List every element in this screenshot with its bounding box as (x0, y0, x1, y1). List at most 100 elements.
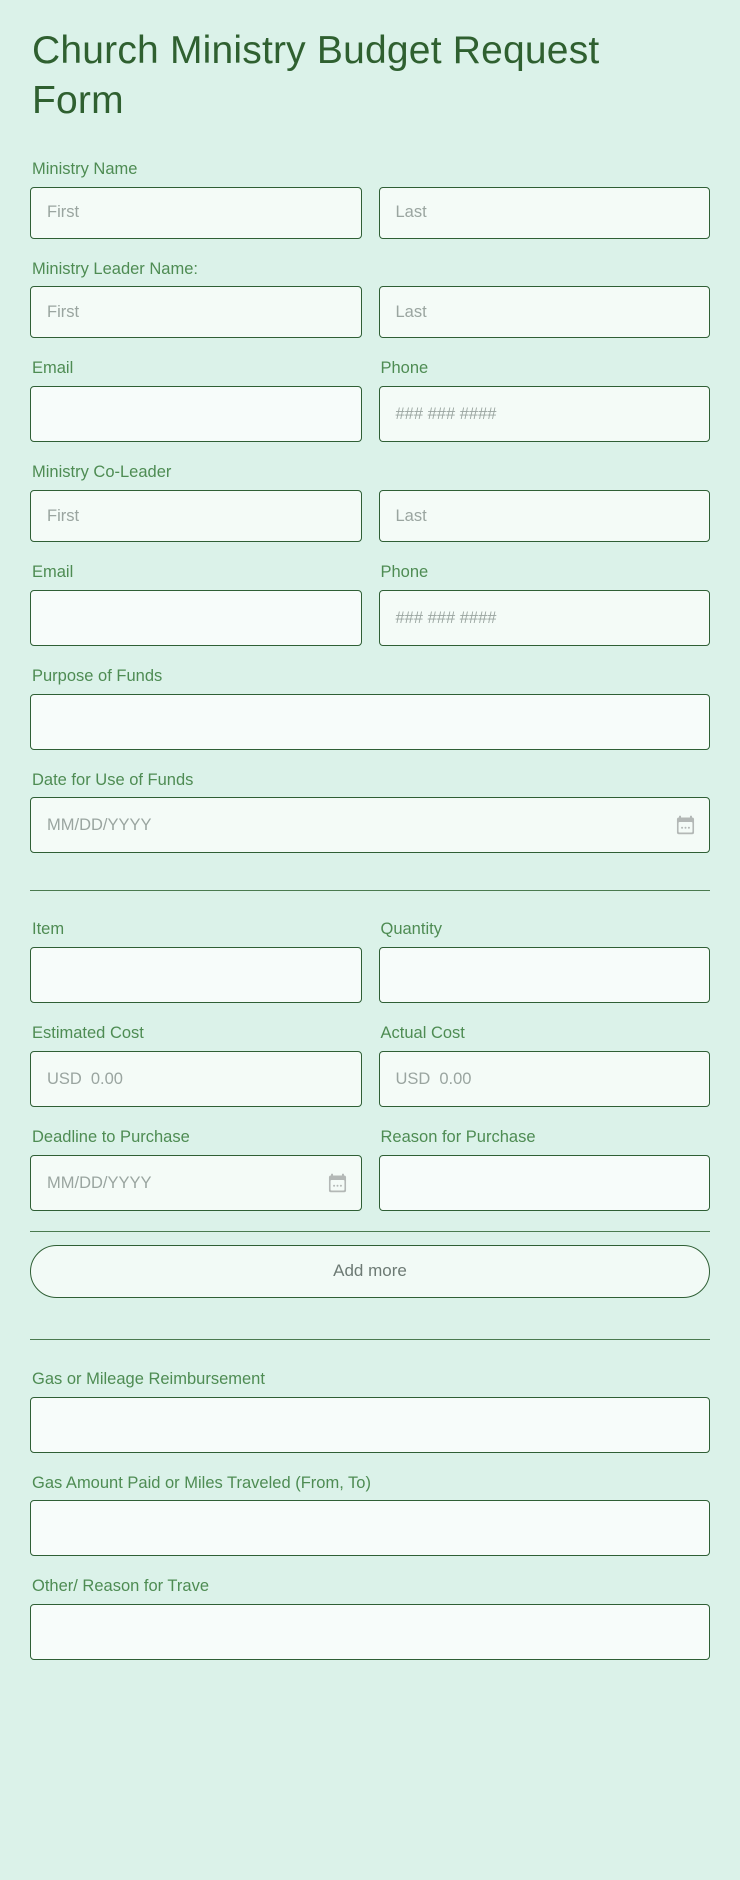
item-quantity-row (30, 947, 710, 1004)
label-date-for-use-of-funds: Date for Use of Funds (32, 770, 194, 789)
ministry-name-last-placeholder: Last (395, 203, 427, 222)
leader-email-col (30, 386, 362, 443)
field-group-deadline-reason: Deadline to Purchase Reason for Purchase… (30, 1128, 710, 1211)
deadline-to-purchase-placeholder: MM/DD/YYYY (47, 1173, 152, 1192)
estimated-cost-currency: USD (47, 1069, 82, 1088)
co-leader-last-col: Last (378, 490, 710, 542)
actual-cost-col: USD 0.00 (378, 1050, 710, 1107)
add-more-divider (30, 1230, 710, 1232)
other-reason-for-travel-input[interactable] (30, 1604, 710, 1661)
field-group-leader-contact: Email Phone ### ### #### (30, 359, 710, 443)
leader-email-label-col: Email (30, 359, 362, 386)
item-input[interactable] (30, 947, 362, 1004)
leader-phone-col: ### ### #### (378, 386, 710, 443)
actual-cost-currency: USD (395, 1069, 431, 1088)
budget-request-form: Church Ministry Budget Request Form Mini… (0, 0, 740, 1880)
add-more-button[interactable]: Add more (30, 1244, 710, 1298)
item-label-col: Item (30, 920, 362, 947)
label-ministry-co-leader: Ministry Co-Leader (32, 463, 172, 482)
calendar-icon[interactable] (328, 1173, 347, 1193)
co-leader-last-placeholder: Last (395, 506, 427, 525)
label-other-reason-for-travel: Other/ Reason for Trave (32, 1577, 209, 1596)
quantity-input[interactable] (378, 947, 710, 1004)
ministry-name-first-input[interactable]: First (30, 186, 362, 239)
reason-for-purchase-input[interactable] (378, 1154, 710, 1211)
field-group-purpose-of-funds: Purpose of Funds (30, 667, 710, 750)
estimated-cost-col: USD 0.00 (30, 1050, 362, 1107)
co-leader-name-row: First Last (30, 490, 710, 542)
co-leader-phone-placeholder: ### ### #### (395, 608, 497, 627)
label-reason-for-purchase: Reason for Purchase (380, 1127, 536, 1146)
date-for-use-of-funds-placeholder: MM/DD/YYYY (47, 816, 152, 835)
reason-label-col: Reason for Purchase (379, 1128, 711, 1155)
ministry-leader-last-input[interactable]: Last (378, 286, 710, 339)
ministry-name-row: First Last (30, 186, 710, 239)
leader-contact-labels: Email Phone (30, 359, 710, 386)
field-group-item-quantity: Item Quantity (30, 920, 710, 1004)
co-leader-email-input[interactable] (30, 589, 362, 646)
gas-or-mileage-reimbursement-input[interactable] (30, 1396, 710, 1453)
label-item: Item (32, 920, 65, 939)
estimated-cost-amount: 0.00 (90, 1069, 123, 1088)
field-group-costs: Estimated Cost Actual Cost USD 0.00 USD 0.… (30, 1024, 710, 1107)
quantity-col (378, 947, 710, 1004)
label-leader-phone: Phone (380, 359, 429, 378)
costs-row: USD 0.00 USD 0.00 (30, 1050, 710, 1107)
label-purpose-of-funds: Purpose of Funds (32, 666, 163, 685)
field-group-gas-reimbursement: Gas or Mileage Reimbursement (30, 1370, 710, 1453)
co-leader-phone-input[interactable]: ### ### #### (378, 589, 710, 646)
label-actual-cost: Actual Cost (380, 1024, 465, 1043)
estimated-cost-label-col: Estimated Cost (30, 1024, 362, 1051)
co-leader-email-label-col: Email (30, 563, 362, 590)
calendar-icon[interactable] (676, 815, 695, 835)
label-gas-or-mileage-reimbursement: Gas or Mileage Reimbursement (32, 1369, 265, 1388)
field-group-ministry-co-leader: Ministry Co-Leader First Last (30, 463, 710, 542)
field-group-date-for-use-of-funds: Date for Use of Funds MM/DD/YYYY (30, 771, 710, 854)
label-deadline-to-purchase: Deadline to Purchase (32, 1127, 190, 1146)
deadline-to-purchase-input[interactable]: MM/DD/YYYY (30, 1154, 362, 1211)
label-leader-email: Email (32, 359, 74, 378)
co-leader-first-input[interactable]: First (30, 490, 362, 542)
estimated-cost-placeholder: USD 0.00 (47, 1069, 123, 1088)
actual-cost-input[interactable]: USD 0.00 (378, 1050, 710, 1107)
deadline-reason-row: MM/DD/YYYY (30, 1154, 710, 1211)
co-leader-contact-row: ### ### #### (30, 589, 710, 646)
leader-contact-row: ### ### #### (30, 386, 710, 443)
deadline-col: MM/DD/YYYY (30, 1154, 362, 1211)
label-estimated-cost: Estimated Cost (32, 1024, 144, 1043)
reason-col (378, 1154, 710, 1211)
item-quantity-labels: Item Quantity (30, 920, 710, 947)
ministry-leader-first-placeholder: First (47, 303, 80, 322)
field-group-other-reason-for-travel: Other/ Reason for Trave (30, 1577, 710, 1661)
co-leader-phone-col: ### ### #### (378, 589, 710, 646)
leader-email-input[interactable] (30, 386, 362, 443)
label-ministry-name: Ministry Name (32, 159, 138, 178)
quantity-label-col: Quantity (379, 920, 711, 947)
actual-cost-label-col: Actual Cost (379, 1024, 711, 1051)
leader-last-col: Last (378, 286, 710, 339)
co-leader-first-placeholder: First (47, 506, 80, 525)
date-for-use-of-funds-input[interactable]: MM/DD/YYYY (30, 797, 710, 854)
ministry-leader-name-row: First Last (30, 286, 710, 339)
field-group-ministry-leader-name: Ministry Leader Name: First Last (30, 260, 710, 339)
label-ministry-leader-name: Ministry Leader Name: (32, 259, 198, 278)
section-divider-travel (30, 1338, 710, 1340)
purpose-of-funds-input[interactable] (30, 693, 710, 750)
ministry-name-last-input[interactable]: Last (378, 186, 710, 239)
co-leader-last-input[interactable]: Last (378, 490, 710, 542)
co-leader-email-col (30, 589, 362, 646)
leader-phone-input[interactable]: ### ### #### (378, 386, 710, 443)
leader-first-col: First (30, 286, 362, 339)
gas-amount-or-miles-input[interactable] (30, 1500, 710, 1557)
field-group-gas-amount: Gas Amount Paid or Miles Traveled (From,… (30, 1474, 710, 1557)
label-co-leader-phone: Phone (380, 563, 429, 581)
co-leader-contact-labels: Email Phone (30, 563, 710, 590)
ministry-leader-first-input[interactable]: First (30, 286, 362, 339)
field-group-ministry-name: Ministry Name First Last (30, 160, 710, 239)
field-group-co-leader-contact: Email Phone ### ### #### (30, 563, 710, 646)
ministry-name-last-col: Last (378, 186, 710, 239)
label-quantity: Quantity (380, 920, 442, 939)
co-leader-phone-label-col: Phone (379, 563, 711, 590)
actual-cost-placeholder: USD 0.00 (395, 1069, 472, 1088)
estimated-cost-input[interactable]: USD 0.00 (30, 1050, 362, 1107)
